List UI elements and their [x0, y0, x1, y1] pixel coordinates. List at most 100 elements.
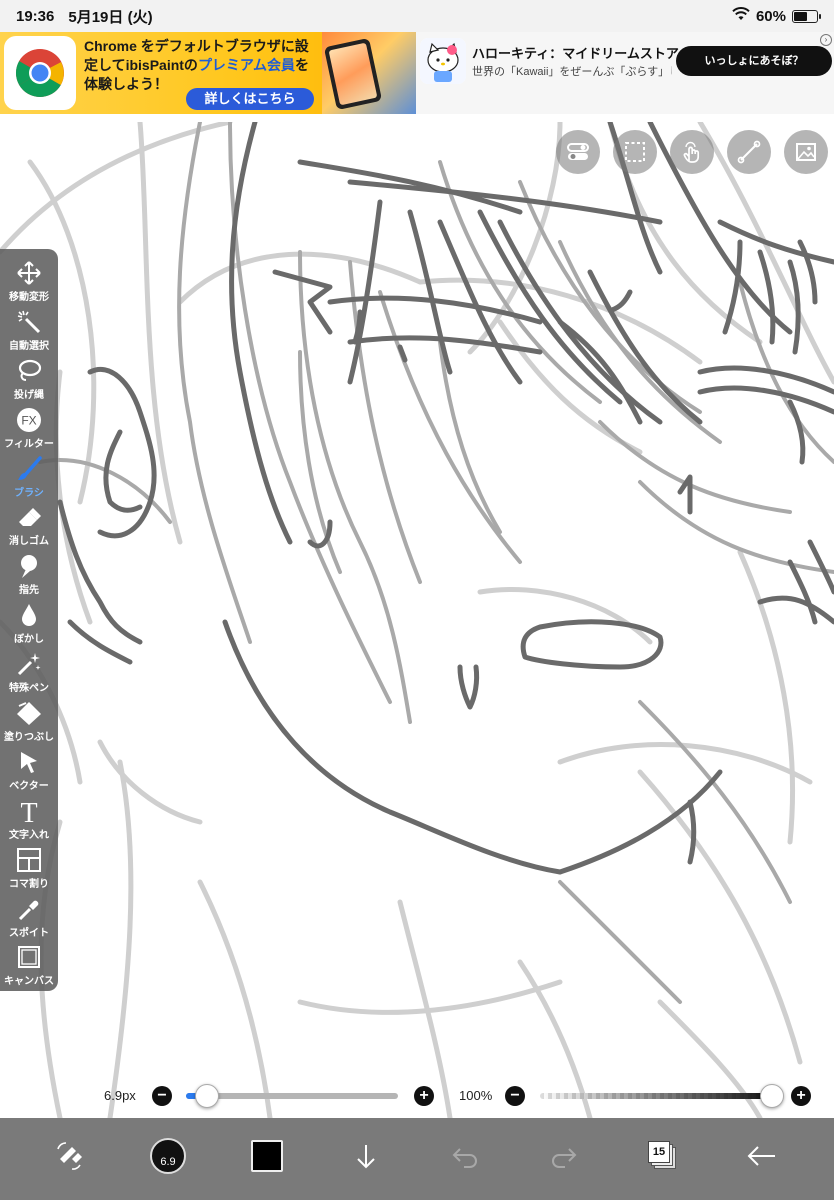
brush-icon — [15, 455, 43, 483]
magic-wand-icon — [15, 308, 43, 336]
brush-size-increase-button[interactable]: + — [414, 1086, 434, 1106]
status-bar: 19:36 5月19日 (火) 60% — [0, 0, 834, 32]
down-arrow-icon — [357, 1145, 375, 1169]
tool-vector[interactable]: ベクター — [0, 746, 58, 795]
brush-size-button[interactable]: 6.9 — [143, 1128, 193, 1184]
move-icon — [15, 259, 43, 287]
tool-smudge[interactable]: 指先 — [0, 550, 58, 599]
brush-size-knob[interactable] — [195, 1084, 220, 1108]
svg-text:FX: FX — [21, 413, 36, 427]
brush-size-decrease-button[interactable]: − — [152, 1086, 172, 1106]
kitty-ad[interactable]: ハローキティ：マイドリームストア 世界の「Kawaii」をぜーんぶ「ぷらす」し…… — [416, 32, 834, 114]
opacity-increase-button[interactable]: + — [791, 1086, 811, 1106]
tool-fill[interactable]: 塗りつぶし — [0, 697, 58, 746]
tool-lasso[interactable]: 投げ縄 — [0, 355, 58, 404]
tool-frame[interactable]: コマ割り — [0, 844, 58, 893]
selection-button[interactable] — [613, 130, 657, 174]
ruler-icon — [737, 140, 761, 164]
tool-label: 投げ縄 — [14, 389, 44, 401]
rough-sketch-lines — [0, 122, 834, 1118]
eraser-icon — [15, 503, 43, 531]
text-icon: T — [15, 797, 43, 825]
chrome-ad-text: Chrome をデフォルトブラウザに設 定してibisPaintのプレミアム会員… — [84, 37, 324, 94]
opacity-slider[interactable] — [540, 1093, 772, 1099]
tool-eraser[interactable]: 消しゴム — [0, 501, 58, 550]
pen-eraser-swap-button[interactable] — [44, 1128, 94, 1184]
tool-label: 特殊ペン — [9, 683, 49, 695]
toggle-icon — [567, 143, 589, 160]
kitty-ad-subtitle: 世界の「Kawaii」をぜーんぶ「ぷらす」し… — [472, 66, 672, 78]
tool-special[interactable]: 特殊ペン — [0, 648, 58, 697]
frame-divider-icon — [15, 846, 43, 874]
touch-icon — [683, 141, 700, 163]
slider-row: 6.9px − + 100% − + — [0, 1080, 834, 1112]
tool-eyedropper[interactable]: スポイト — [0, 893, 58, 942]
tool-magic[interactable]: 自動選択 — [0, 306, 58, 355]
finger-icon — [15, 552, 43, 580]
touch-button[interactable] — [670, 130, 714, 174]
bottom-toolbar: 6.9 15 — [0, 1118, 834, 1200]
sketch-artwork — [0, 122, 834, 1118]
status-time: 19:36 — [16, 7, 55, 25]
drawing-canvas[interactable] — [0, 122, 834, 1118]
battery-level — [794, 11, 808, 21]
import-button[interactable] — [341, 1128, 391, 1184]
chrome-ad-line2-suffix: を — [294, 57, 309, 73]
tool-move[interactable]: 移動変形 — [0, 257, 58, 306]
brush-size-value: 6.9px — [104, 1088, 136, 1103]
redo-icon — [552, 1148, 577, 1168]
toggle-button[interactable] — [556, 130, 600, 174]
back-button[interactable] — [737, 1128, 787, 1184]
tool-label: 塗りつぶし — [3, 732, 55, 744]
kitty-ad-title: ハローキティ：マイドリームストア — [472, 46, 679, 61]
tool-palette: 移動変形自動選択投げ縄 FX フィルターブラシ 消しゴム指先ぼかし特殊ペン塗りつぶしベ… — [0, 249, 58, 991]
tool-label: 指先 — [19, 585, 39, 597]
tool-blur[interactable]: ぼかし — [0, 599, 58, 648]
vector-arrow-icon — [15, 748, 43, 776]
back-arrow-icon — [747, 1146, 775, 1166]
chrome-ad-cta-button[interactable]: 詳しくはこちら — [186, 88, 314, 110]
lasso-icon — [15, 357, 43, 385]
tool-canvas[interactable]: キャンバス — [0, 941, 58, 990]
reference-image-button[interactable] — [784, 130, 828, 174]
kitty-ad-cta-button[interactable]: いっしょにあそぼ？ — [676, 46, 832, 76]
color-button[interactable] — [242, 1128, 292, 1184]
chrome-ad-illustration — [322, 32, 416, 114]
tool-text[interactable]: T 文字入れ — [0, 795, 58, 844]
redo-button[interactable] — [539, 1128, 589, 1184]
tool-label: ぼかし — [14, 634, 44, 646]
tool-brush[interactable]: ブラシ — [0, 453, 58, 502]
tool-filter[interactable]: FX フィルター — [0, 404, 58, 453]
battery-icon — [792, 9, 821, 23]
ad-banner: Chrome をデフォルトブラウザに設 定してibisPaintのプレミアム会員… — [0, 32, 834, 114]
ruler-button[interactable] — [727, 130, 771, 174]
sparkle-pen-icon — [15, 650, 43, 678]
wifi-icon — [732, 7, 750, 25]
drop-icon — [15, 601, 43, 629]
svg-text:T: T — [20, 798, 37, 825]
eyedropper-icon — [15, 895, 43, 923]
opacity-decrease-button[interactable]: − — [505, 1086, 525, 1106]
layers-icon: 15 — [648, 1141, 678, 1171]
chrome-logo-icon — [4, 36, 76, 110]
chrome-ad-line2: 定してibisPaintの — [84, 57, 198, 73]
tool-label: フィルター — [4, 438, 54, 450]
layers-button[interactable]: 15 — [638, 1128, 688, 1184]
tool-label: 移動変形 — [9, 292, 49, 303]
app-root: 19:36 5月19日 (火) 60% Chrome をデフォルトブラウザに設 … — [0, 0, 834, 1200]
canvas-icon — [15, 943, 43, 971]
chrome-ad-line1: Chrome をデフォルトブラウザに設 — [84, 38, 309, 54]
selection-icon — [625, 142, 645, 162]
ad-close-icon[interactable]: › — [820, 34, 832, 46]
tool-label: 文字入れ — [9, 829, 49, 841]
opacity-knob[interactable] — [760, 1084, 784, 1108]
tablet-illustration — [323, 37, 383, 111]
tool-label: コマ割り — [9, 878, 49, 890]
chrome-ad[interactable]: Chrome をデフォルトブラウザに設 定してibisPaintのプレミアム会員… — [0, 32, 416, 114]
fx-icon: FX — [15, 406, 43, 434]
undo-icon — [452, 1148, 477, 1168]
status-date: 5月19日 (火) — [68, 8, 153, 26]
kitty-app-icon — [420, 38, 466, 84]
tool-label: キャンバス — [4, 976, 54, 988]
undo-button[interactable] — [440, 1128, 490, 1184]
